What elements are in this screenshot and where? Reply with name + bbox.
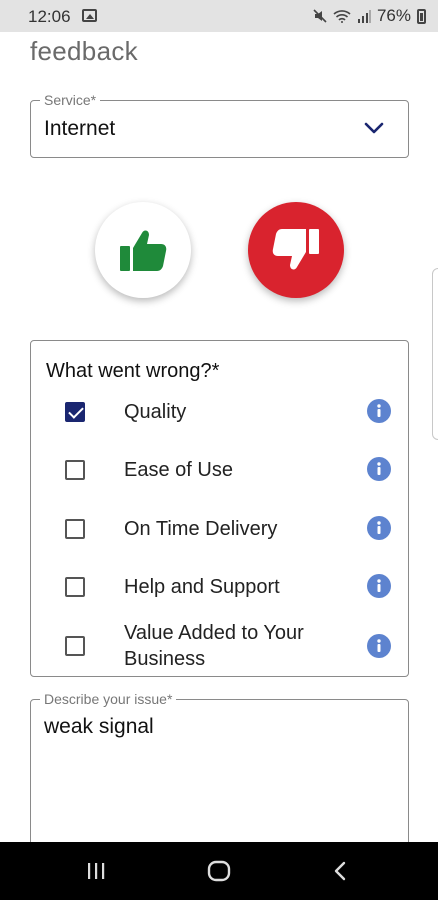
- option-label: Help and Support: [124, 576, 280, 598]
- recent-apps-icon[interactable]: [86, 860, 106, 882]
- wifi-icon: [333, 10, 351, 23]
- page-title: feedback: [30, 36, 138, 66]
- option-ease-of-use[interactable]: Ease of Use: [31, 457, 408, 491]
- service-select[interactable]: Service* Internet: [30, 92, 409, 158]
- navigation-bar: [0, 842, 438, 900]
- info-icon[interactable]: [367, 457, 391, 481]
- thumb-down-icon: [272, 229, 319, 270]
- edge-panel-handle[interactable]: [432, 268, 438, 440]
- what-went-wrong-title: What went wrong?*: [46, 360, 220, 382]
- info-icon[interactable]: [367, 516, 391, 540]
- option-label: Ease of Use: [124, 459, 233, 481]
- option-label: Value Added to Your Business: [124, 622, 304, 670]
- option-help-and-support[interactable]: Help and Support: [31, 574, 408, 608]
- checkbox-ease-of-use[interactable]: [65, 460, 85, 480]
- thumb-down-button[interactable]: [248, 202, 344, 298]
- battery-percent: 76%: [376, 6, 411, 25]
- option-label: Quality: [124, 401, 187, 423]
- issue-label: Describe your issue*: [40, 691, 177, 707]
- status-icons: 76%: [313, 6, 426, 26]
- option-label: On Time Delivery: [124, 518, 278, 540]
- checkbox-on-time-delivery[interactable]: [65, 519, 85, 539]
- service-value: Internet: [44, 117, 116, 140]
- chevron-down-icon: [364, 122, 384, 134]
- back-icon[interactable]: [332, 860, 348, 882]
- thumb-up-icon: [120, 230, 167, 271]
- info-icon[interactable]: [367, 399, 391, 423]
- mute-icon: [313, 9, 327, 23]
- status-bar: 12:06 76%: [0, 0, 438, 32]
- home-icon[interactable]: [206, 860, 232, 882]
- signal-icon: [357, 10, 371, 23]
- option-quality[interactable]: Quality: [31, 399, 408, 433]
- issue-value: weak signal: [44, 715, 154, 738]
- checkbox-help-and-support[interactable]: [65, 577, 85, 597]
- info-icon[interactable]: [367, 574, 391, 598]
- what-went-wrong-group: What went wrong?* Quality Ease of Use On…: [30, 340, 409, 677]
- battery-icon: [417, 8, 426, 24]
- thumb-up-button[interactable]: [95, 202, 191, 298]
- option-on-time-delivery[interactable]: On Time Delivery: [31, 516, 408, 550]
- service-label: Service*: [40, 92, 101, 108]
- checkbox-quality[interactable]: [65, 402, 85, 422]
- checkbox-value-added[interactable]: [65, 636, 85, 656]
- status-time: 12:06: [28, 7, 71, 26]
- issue-textarea[interactable]: Describe your issue* weak signal: [30, 691, 409, 859]
- image-icon: [82, 9, 97, 22]
- info-icon[interactable]: [367, 634, 391, 658]
- option-value-added[interactable]: Value Added to Your Business: [31, 622, 408, 674]
